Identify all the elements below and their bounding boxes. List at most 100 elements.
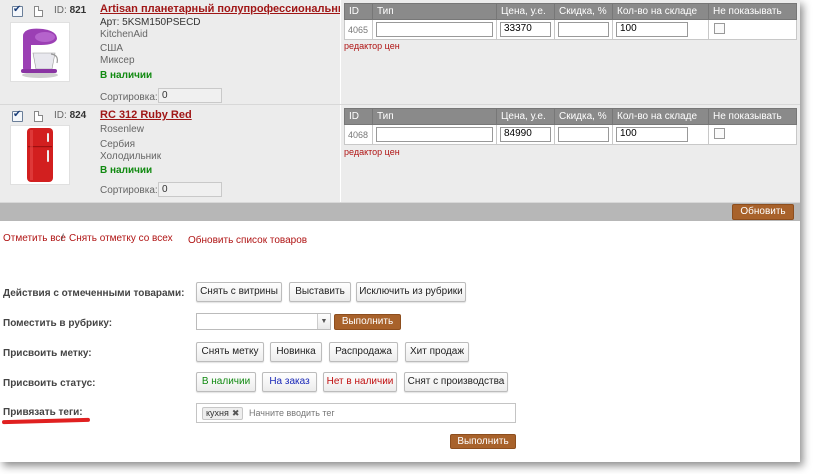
- product-category: Холодильник: [100, 151, 162, 162]
- sort-input[interactable]: 0: [158, 182, 222, 197]
- price-editor-link[interactable]: редактор цен: [344, 41, 400, 51]
- tags-input[interactable]: кухня ✖ Начните вводить тег: [196, 403, 516, 423]
- type-input[interactable]: [376, 127, 493, 142]
- col-stock: Кол-во на складе: [612, 108, 709, 125]
- mark-sale-button[interactable]: Распродажа: [329, 342, 398, 362]
- col-hide: Не показывать: [708, 3, 797, 20]
- fridge-image: [27, 128, 53, 182]
- price-table-header: ID Тип Цена, у.е. Скидка, % Кол-во на ск…: [344, 108, 797, 125]
- product-image: [10, 125, 70, 185]
- col-id: ID: [344, 108, 373, 125]
- rubric-label: Поместить в рубрику:: [3, 318, 113, 329]
- exclude-from-rubric-button[interactable]: Исключить из рубрики: [356, 282, 466, 302]
- price-table: ID Тип Цена, у.е. Скидка, % Кол-во на ск…: [344, 3, 797, 40]
- product-brand: Rosenlew: [100, 124, 144, 135]
- product-checkbox[interactable]: [12, 109, 23, 122]
- type-cell: [372, 124, 497, 145]
- tag-chip-label: кухня: [206, 408, 229, 418]
- discount-input[interactable]: [558, 127, 609, 142]
- product-sku: Арт: 5KSM150PSECD: [100, 17, 201, 28]
- hide-checkbox[interactable]: [714, 128, 725, 139]
- product-country: Сербия: [100, 139, 136, 150]
- mark-new-button[interactable]: Новинка: [270, 342, 322, 362]
- product-list-panel: ID: 821 Artisan планетарный полупрофесси…: [0, 0, 800, 462]
- chevron-down-icon[interactable]: ▼: [317, 314, 330, 329]
- product-id: ID: 821: [54, 5, 87, 16]
- status-discontinued-button[interactable]: Снят с производства: [404, 372, 508, 392]
- product-category: Миксер: [100, 55, 135, 66]
- rubric-execute-button[interactable]: Выполнить: [334, 314, 401, 330]
- product-status: В наличии: [100, 165, 153, 176]
- col-stock: Кол-во на складе: [612, 3, 709, 20]
- refresh-list-link[interactable]: Обновить список товаров: [188, 235, 307, 246]
- product-id: ID: 824: [54, 110, 87, 121]
- price-table-header: ID Тип Цена, у.е. Скидка, % Кол-во на ск…: [344, 3, 797, 20]
- uncheck-all-link[interactable]: Снять отметку со всех: [69, 233, 173, 244]
- stock-cell: 100: [612, 124, 709, 145]
- link-separator: /: [61, 233, 64, 244]
- show-button[interactable]: Выставить: [289, 282, 351, 302]
- highlight-underline: [1, 417, 91, 425]
- col-type: Тип: [372, 3, 497, 20]
- status-in-stock-button[interactable]: В наличии: [196, 372, 256, 392]
- remove-mark-button[interactable]: Снять метку: [196, 342, 264, 362]
- tags-label: Привязать теги:: [3, 407, 83, 418]
- update-bar: Обновить: [0, 203, 800, 221]
- product-price-panel: ID Тип Цена, у.е. Скидка, % Кол-во на ск…: [340, 105, 800, 202]
- sort-label: Сортировка:: [100, 92, 158, 103]
- tag-chip: кухня ✖: [202, 407, 244, 420]
- col-discount: Скидка, %: [554, 3, 613, 20]
- product-row: ID: 821 Artisan планетарный полупрофесси…: [0, 0, 800, 105]
- price-input[interactable]: 33370: [500, 22, 551, 37]
- price-input[interactable]: 84990: [500, 127, 551, 142]
- mark-label: Присвоить метку:: [3, 348, 92, 359]
- tags-execute-button[interactable]: Выполнить: [450, 434, 516, 449]
- remove-from-showcase-button[interactable]: Снять с витрины: [196, 282, 282, 302]
- product-name-link[interactable]: Artisan планетарный полупрофессиональный: [100, 3, 354, 15]
- update-button[interactable]: Обновить: [732, 204, 794, 220]
- document-icon[interactable]: [34, 6, 43, 17]
- mark-hit-button[interactable]: Хит продаж: [405, 342, 469, 362]
- document-icon[interactable]: [34, 111, 43, 122]
- product-status: В наличии: [100, 70, 153, 81]
- col-price: Цена, у.е.: [496, 3, 555, 20]
- stock-input[interactable]: 100: [616, 127, 688, 142]
- product-name-link[interactable]: RC 312 Ruby Red: [100, 109, 192, 121]
- product-checkbox[interactable]: [12, 4, 23, 17]
- stock-input[interactable]: 100: [616, 22, 688, 37]
- col-id: ID: [344, 3, 373, 20]
- price-table: ID Тип Цена, у.е. Скидка, % Кол-во на ск…: [344, 108, 797, 145]
- product-info: ID: 824 RC 312 Ruby Red Rosenlew Сербия …: [0, 105, 340, 202]
- close-icon[interactable]: ✖: [232, 408, 240, 418]
- table-row: 4068 84990 100: [344, 124, 797, 145]
- discount-cell: [554, 124, 613, 145]
- price-cell: 33370: [496, 19, 555, 40]
- check-all-link[interactable]: Отметить все: [3, 233, 66, 244]
- discount-cell: [554, 19, 613, 40]
- price-editor-link[interactable]: редактор цен: [344, 147, 400, 157]
- product-brand: KitchenAid: [100, 29, 148, 40]
- table-row: 4065 33370 100: [344, 19, 797, 40]
- col-price: Цена, у.е.: [496, 108, 555, 125]
- tags-placeholder: Начните вводить тег: [249, 408, 335, 418]
- row-id: 4065: [344, 19, 373, 40]
- mixer-image: [21, 28, 58, 78]
- status-on-order-button[interactable]: На заказ: [262, 372, 317, 392]
- type-cell: [372, 19, 497, 40]
- status-label: Присвоить статус:: [3, 378, 96, 389]
- product-country: США: [100, 43, 124, 54]
- type-input[interactable]: [376, 22, 493, 37]
- discount-input[interactable]: [558, 22, 609, 37]
- checked-actions-label: Действия с отмеченными товарами:: [3, 288, 185, 299]
- hide-cell: [708, 124, 797, 145]
- product-image: [10, 22, 70, 82]
- row-id: 4068: [344, 124, 373, 145]
- hide-checkbox[interactable]: [714, 23, 725, 34]
- hide-cell: [708, 19, 797, 40]
- rubric-select[interactable]: ▼: [196, 313, 331, 330]
- product-price-panel: ID Тип Цена, у.е. Скидка, % Кол-во на ск…: [340, 0, 800, 104]
- status-out-of-stock-button[interactable]: Нет в наличии: [323, 372, 397, 392]
- sort-label: Сортировка:: [100, 185, 158, 196]
- sort-input[interactable]: 0: [158, 88, 222, 103]
- price-cell: 84990: [496, 124, 555, 145]
